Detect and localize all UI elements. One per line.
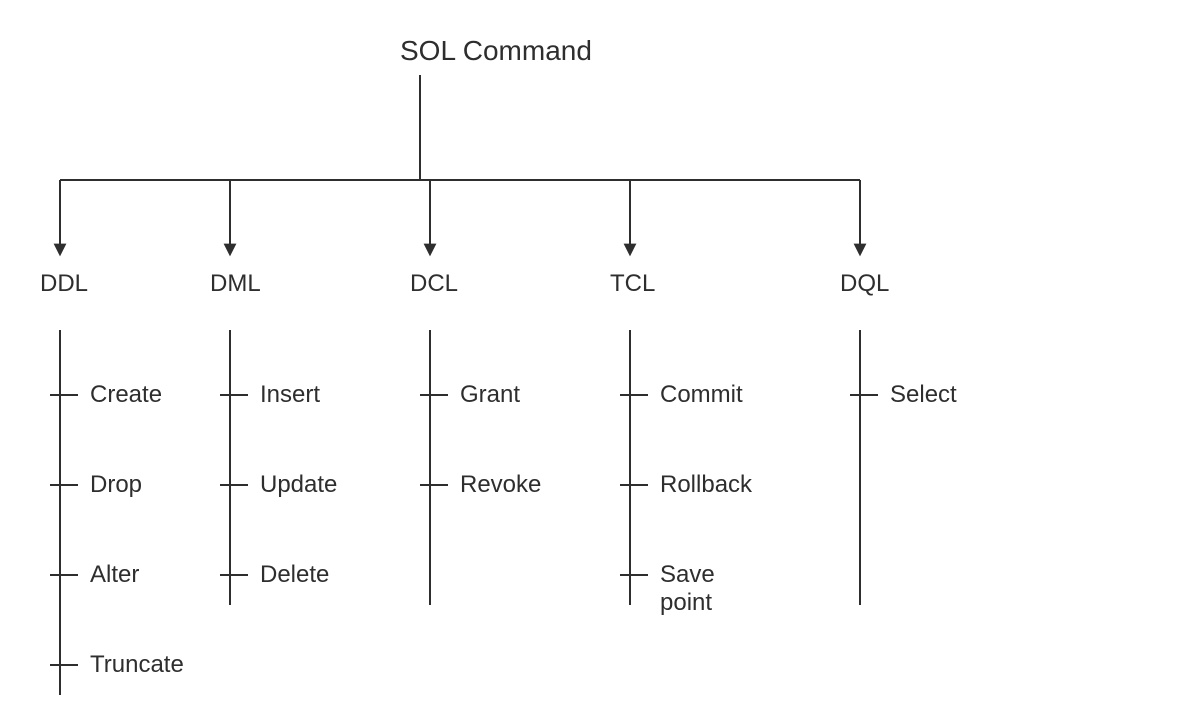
cmd-ddl-2: Alter	[90, 561, 139, 589]
diagram-connectors	[0, 0, 1200, 719]
cmd-ddl-3: Truncate	[90, 651, 184, 679]
cmd-tcl-1: Rollback	[660, 471, 752, 499]
cmd-dml-2: Delete	[260, 561, 329, 589]
diagram-title: SOL Command	[400, 35, 592, 67]
cmd-dcl-1: Revoke	[460, 471, 541, 499]
cmd-dml-0: Insert	[260, 381, 320, 409]
cmd-dcl-0: Grant	[460, 381, 520, 409]
cmd-dml-1: Update	[260, 471, 337, 499]
category-dql: DQL	[840, 270, 889, 298]
category-tcl: TCL	[610, 270, 655, 298]
cmd-ddl-0: Create	[90, 381, 162, 409]
cmd-tcl-2: Save point	[660, 561, 750, 617]
cmd-tcl-0: Commit	[660, 381, 743, 409]
category-dml: DML	[210, 270, 261, 298]
category-ddl: DDL	[40, 270, 88, 298]
cmd-dql-0: Select	[890, 381, 957, 409]
cmd-ddl-1: Drop	[90, 471, 142, 499]
category-dcl: DCL	[410, 270, 458, 298]
